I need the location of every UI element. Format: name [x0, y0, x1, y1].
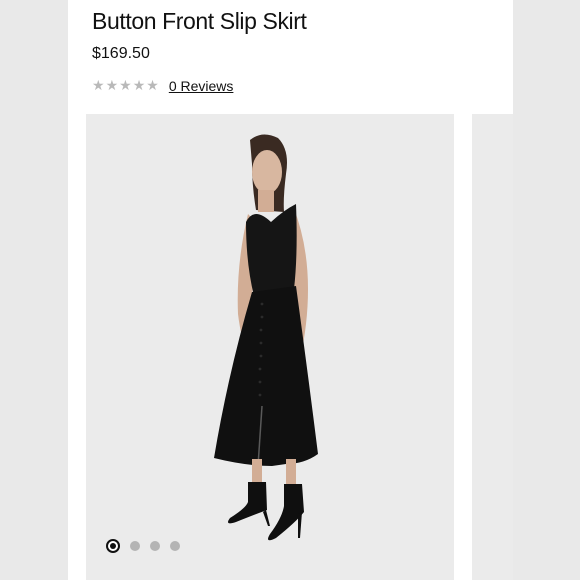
reviews-link[interactable]: 0 Reviews	[169, 78, 234, 94]
product-image-carousel[interactable]	[86, 114, 454, 580]
product-page: Button Front Slip Skirt $169.50 ★ ★ ★ ★ …	[68, 0, 513, 580]
star-rating: ★ ★ ★ ★ ★	[92, 79, 159, 93]
right-gutter	[513, 0, 580, 580]
carousel-dot-3[interactable]	[150, 541, 160, 551]
star-icon: ★	[92, 78, 105, 94]
star-icon: ★	[105, 78, 119, 94]
product-title: Button Front Slip Skirt	[92, 8, 307, 34]
carousel-dot-4[interactable]	[170, 541, 180, 551]
left-gutter	[0, 0, 68, 580]
product-price: $169.50	[92, 45, 150, 62]
star-icon: ★	[146, 78, 159, 94]
carousel-indicators	[106, 539, 180, 553]
next-image-preview[interactable]	[472, 114, 513, 580]
product-image	[214, 134, 318, 541]
star-icon: ★	[119, 78, 132, 94]
rating-row: ★ ★ ★ ★ ★ 0 Reviews	[92, 76, 233, 96]
carousel-dot-2[interactable]	[130, 541, 140, 551]
carousel-dot-1[interactable]	[106, 539, 120, 553]
star-icon: ★	[132, 78, 146, 94]
